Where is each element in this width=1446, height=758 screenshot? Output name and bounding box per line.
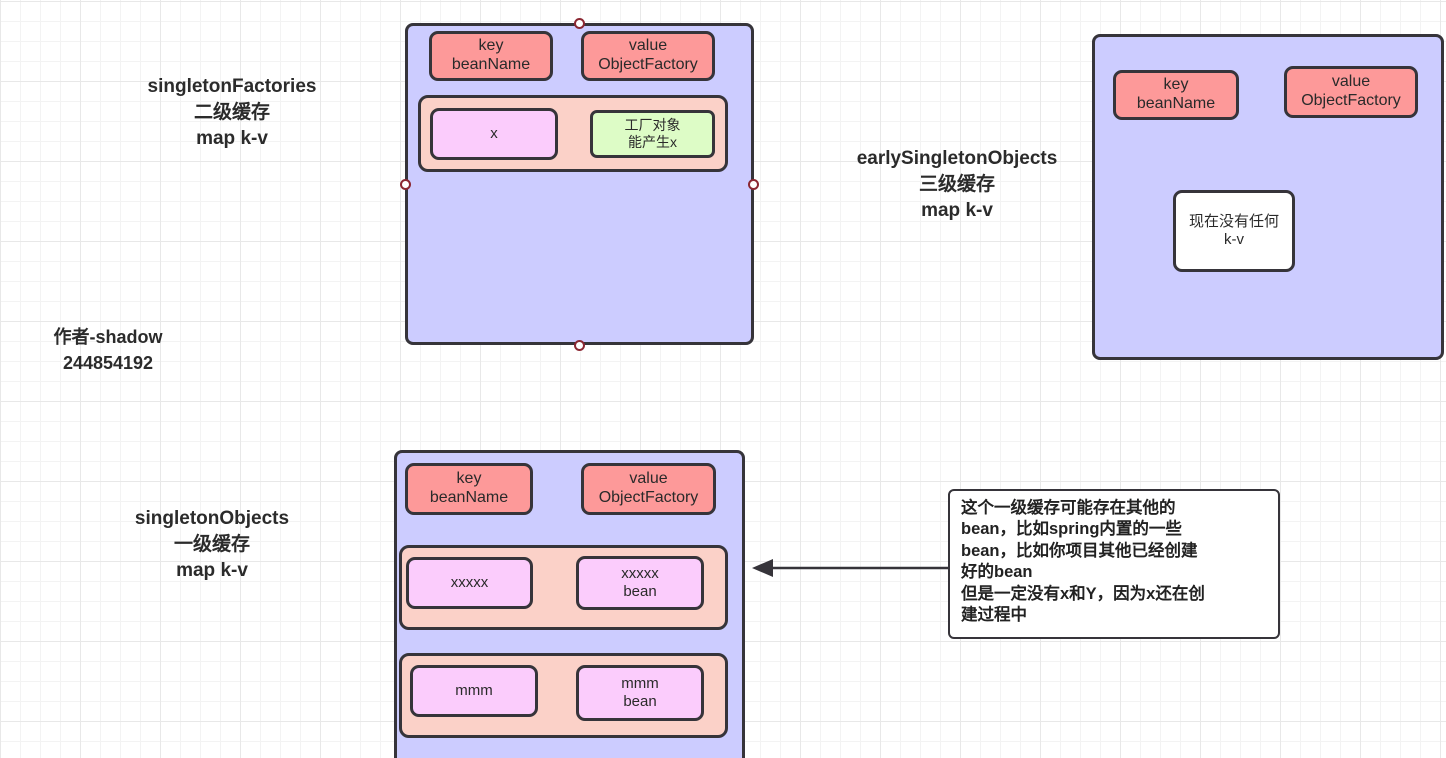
early-singleton-objects-value-header[interactable]: value ObjectFactory [1284,66,1418,118]
singleton-objects-value-header[interactable]: value ObjectFactory [581,463,716,515]
value-header-label: value ObjectFactory [598,37,698,73]
entry-value-label: xxxxx bean [621,565,659,600]
key-header-label: key beanName [451,37,531,73]
empty-note-label: 现在没有任何 k-v [1188,213,1279,248]
singleton-objects-key-header[interactable]: key beanName [405,463,533,515]
selection-handle-right-middle[interactable] [748,179,759,190]
singleton-objects-entry-value[interactable]: mmm bean [576,665,704,721]
value-header-label: value ObjectFactory [598,470,699,506]
singleton-factories-value-header[interactable]: value ObjectFactory [581,31,715,81]
selection-handle-left-middle[interactable] [400,179,411,190]
annotation-connector-arrow [752,559,948,577]
selection-handle-bottom-center[interactable] [574,340,585,351]
singleton-objects-entry-key[interactable]: mmm [410,665,538,717]
entry-key-label: x [490,125,498,143]
singleton-objects-entry-value[interactable]: xxxxx bean [576,556,704,610]
singleton-factories-entry-key[interactable]: x [430,108,558,160]
entry-key-label: xxxxx [450,574,489,592]
diagram-canvas: key beanName value ObjectFactory x 工厂对象 … [0,0,1446,758]
singleton-factories-key-header[interactable]: key beanName [429,31,553,81]
singleton-objects-entry-key[interactable]: xxxxx [406,557,533,609]
entry-value-label: 工厂对象 能产生x [624,117,681,150]
value-header-label: value ObjectFactory [1301,73,1401,109]
key-header-label: key beanName [429,470,509,506]
singleton-objects-label: singletonObjects 一级缓存 map k-v [134,508,290,582]
entry-value-label: mmm bean [621,675,659,710]
early-singleton-objects-empty-note[interactable]: 现在没有任何 k-v [1173,190,1295,272]
early-singleton-objects-label: earlySingletonObjects 三级缓存 map k-v [856,148,1058,222]
selection-handle-top-center[interactable] [574,18,585,29]
singleton-factories-label: singletonFactories 二级缓存 map k-v [147,76,317,150]
annotation-note[interactable]: 这个一级缓存可能存在其他的 bean，比如spring内置的一些 bean，比如… [948,489,1280,639]
entry-key-label: mmm [455,682,493,700]
key-header-label: key beanName [1136,76,1216,112]
singleton-factories-entry-value[interactable]: 工厂对象 能产生x [590,110,715,158]
author-credit: 作者-shadow 244854192 [53,327,163,374]
early-singleton-objects-key-header[interactable]: key beanName [1113,70,1239,120]
